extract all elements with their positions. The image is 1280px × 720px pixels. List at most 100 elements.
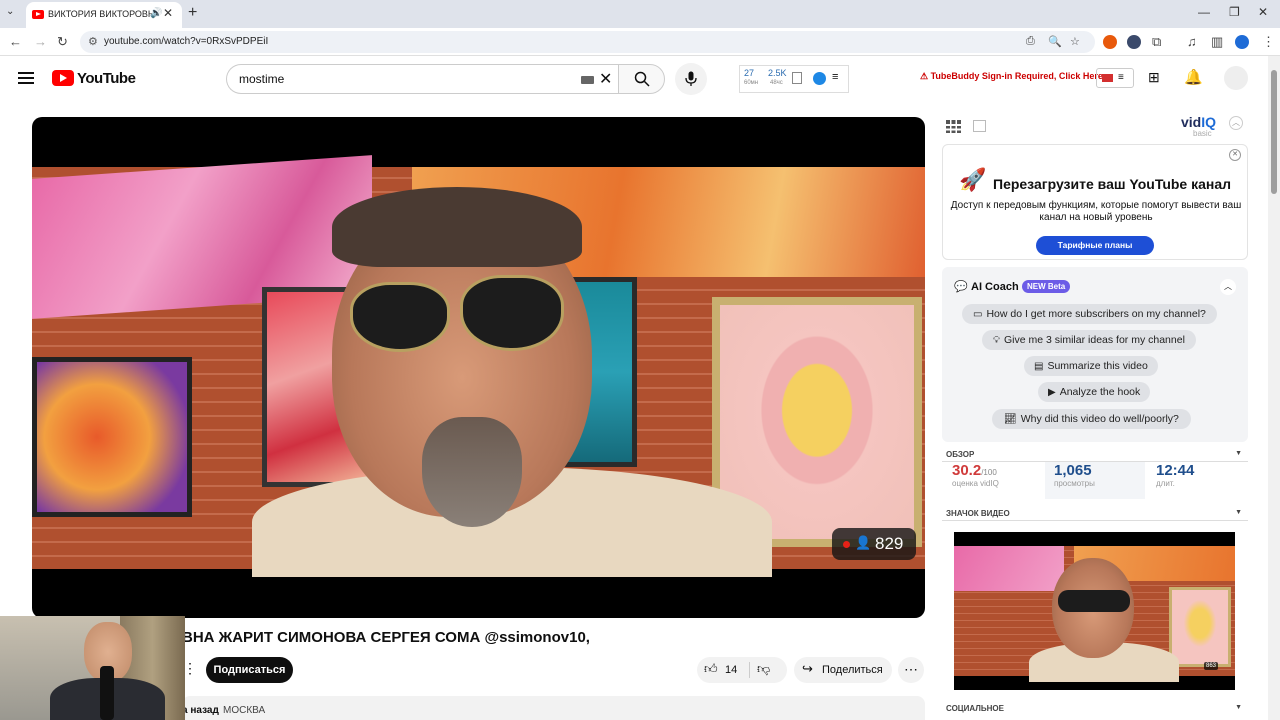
person-beard — [422, 417, 522, 527]
extension-vidiq-icon[interactable] — [1127, 35, 1141, 49]
vidiq-collapse-icon[interactable]: ︿ — [1229, 116, 1243, 130]
painting-abstract-left — [32, 357, 192, 517]
stat-count-2-label: 48чс — [770, 80, 783, 86]
like-thumb-icon[interactable]: 👍︎ — [704, 661, 718, 677]
media-controls-icon[interactable]: ♫ — [1187, 34, 1197, 49]
more-actions-button[interactable]: ⋯ — [898, 657, 924, 683]
search-query[interactable]: mostime — [239, 72, 284, 86]
tubebuddy-warning-text[interactable]: TubeBuddy Sign-in Required, Click Here — [931, 71, 1103, 81]
clear-search-icon[interactable]: ✕ — [599, 69, 612, 89]
duration-value: 12:44 — [1156, 462, 1195, 479]
tab-title: ВИКТОРИЯ ВИКТОРОВНА — [48, 9, 152, 19]
ai-coach-collapse-icon[interactable]: ︿ — [1220, 279, 1236, 295]
bookmark-star-icon[interactable]: ☆ — [1070, 35, 1080, 48]
notifications-bell-icon[interactable]: 🔔 — [1184, 68, 1203, 86]
youtube-wordmark[interactable]: YouTube — [77, 70, 136, 87]
views-value: 1,065 — [1054, 462, 1092, 479]
tubebuddy-warning[interactable]: ⚠ TubeBuddy Sign-in Required, Click Here — [920, 71, 1103, 82]
promo-body: Доступ к передовым функциям, которые пом… — [950, 200, 1242, 223]
coach-prompt-ideas[interactable]: 💡︎ Give me 3 similar ideas for my channel — [982, 330, 1196, 350]
coach-prompt-label: How do I get more subscribers on my chan… — [986, 308, 1206, 320]
social-toggle-icon[interactable]: ▼ — [1235, 704, 1242, 711]
stats-play-icon[interactable] — [813, 72, 826, 85]
voice-search-button[interactable] — [675, 63, 707, 95]
account-avatar[interactable] — [1224, 66, 1248, 90]
overview-toggle-icon[interactable]: ▼ — [1235, 450, 1242, 457]
coach-prompt-hook[interactable]: ▶ Analyze the hook — [1038, 382, 1151, 402]
close-window-button[interactable]: ✕ — [1258, 5, 1268, 19]
zoom-icon[interactable]: 🔍 — [1048, 35, 1062, 48]
profile-avatar-icon[interactable] — [1235, 35, 1249, 49]
side-panel-icon[interactable]: ▥ — [1211, 34, 1223, 50]
coach-prompt-subscribers[interactable]: ▭ How do I get more subscribers on my cha… — [962, 304, 1217, 324]
thumbnail-label: ЗНАЧОК ВИДЕО — [946, 509, 1010, 518]
install-app-icon[interactable]: ⎙ — [1026, 35, 1035, 48]
guide-menu-icon[interactable] — [18, 72, 34, 84]
promo-close-icon[interactable]: ✕ — [1229, 149, 1241, 161]
minimize-button[interactable]: — — [1198, 5, 1210, 19]
ai-coach-card: 💬 AI Coach NEW Beta ︿ ▭ How do I get more… — [942, 267, 1248, 442]
duration-stat: 12:44 длит. — [1156, 462, 1244, 500]
duration-label: длит. — [1156, 479, 1175, 488]
new-beta-badge: NEW Beta — [1022, 280, 1071, 293]
forward-button[interactable]: → — [34, 34, 47, 49]
stat-count-1-label: 60мн — [744, 80, 759, 86]
coach-prompt-summarize[interactable]: ▤ Summarize this video — [1024, 356, 1158, 376]
stat-count-1: 27 — [744, 68, 755, 78]
restore-button[interactable]: ❐ — [1229, 5, 1240, 19]
back-button[interactable]: ← — [9, 34, 22, 49]
tubebuddy-menu-button[interactable]: ≡ — [1096, 68, 1134, 88]
description-box[interactable]: а назад МОСКВА — [182, 696, 925, 720]
vidiq-score-value: 30.2 — [952, 462, 982, 479]
coach-prompt-performance[interactable]: 📈︎ Why did this video do well/poorly? — [992, 409, 1191, 429]
tubebuddy-logo-icon — [1102, 74, 1113, 82]
viewers-person-icon: 👤 — [855, 535, 872, 550]
address-bar[interactable]: ⚙ youtube.com/watch?v=0RxSvPDPEiI ⎙ 🔍 ☆ — [80, 31, 1095, 53]
subscribe-button[interactable]: Подписаться — [206, 657, 293, 683]
person-hair — [332, 187, 582, 267]
browser-menu-icon[interactable]: ⋮ — [1262, 34, 1275, 50]
rocket-icon: 🚀 — [959, 167, 987, 192]
vidiq-chart-view-icon[interactable] — [973, 120, 986, 132]
stats-menu-icon[interactable]: ≡ — [832, 71, 838, 83]
extension-flame-icon[interactable] — [1103, 35, 1117, 49]
dislike-thumb-icon[interactable]: 👎︎ — [757, 661, 770, 677]
video-frame — [32, 155, 925, 577]
tab-audio-icon[interactable]: 🔊 — [150, 8, 162, 19]
thumbnail-divider — [942, 520, 1248, 521]
ai-coach-title: AI Coach — [971, 281, 1019, 293]
reload-button[interactable]: ↻ — [57, 34, 68, 50]
pricing-plans-button[interactable]: Тарифные планы — [1036, 236, 1154, 255]
site-info-icon[interactable]: ⚙ — [88, 35, 98, 48]
video-player[interactable]: 👤 829 — [32, 117, 925, 618]
tubebuddy-menu-icon: ≡ — [1118, 72, 1124, 83]
stats-chart-icon[interactable] — [792, 72, 802, 84]
scrollbar-thumb[interactable] — [1271, 70, 1277, 194]
thumb-sunglasses — [1058, 590, 1130, 612]
browser-tab-strip: ⌄ ВИКТОРИЯ ВИКТОРОВНА 🔊 ✕ + — ❐ ✕ — [0, 0, 1280, 28]
page-scrollbar[interactable] — [1268, 56, 1280, 720]
youtube-logo-icon[interactable] — [52, 70, 74, 86]
social-section-header[interactable]: СОЦИАЛЬНОЕ ▼ — [942, 704, 1248, 716]
keyboard-icon[interactable] — [581, 76, 594, 84]
address-url[interactable]: youtube.com/watch?v=0RxSvPDPEiI — [104, 36, 268, 47]
webcam-microphone — [100, 666, 114, 720]
search-input[interactable]: mostime ✕ — [226, 64, 618, 94]
vidiq-grid-view-icon[interactable] — [946, 120, 961, 133]
create-video-icon[interactable]: ⊞ — [1148, 69, 1160, 86]
search-button[interactable] — [618, 64, 665, 94]
extensions-puzzle-icon[interactable]: ⧉ — [1152, 34, 1161, 50]
video-thumbnail[interactable]: 863 — [954, 532, 1235, 690]
like-count[interactable]: 14 — [725, 664, 737, 676]
tab-close-icon[interactable]: ✕ — [163, 6, 173, 20]
browser-tab[interactable]: ВИКТОРИЯ ВИКТОРОВНА 🔊 — [26, 2, 182, 28]
share-button[interactable]: ↪ Поделиться — [794, 657, 892, 683]
thumb-painting-portrait — [1169, 587, 1231, 667]
tab-search-chevron-icon[interactable]: ⌄ — [6, 6, 14, 17]
new-tab-button[interactable]: + — [188, 4, 197, 22]
like-dislike-group: 👍︎ 14 👎︎ — [697, 657, 787, 683]
share-arrow-icon: ↪ — [802, 661, 813, 676]
channel-more-icon[interactable]: ⋮ — [183, 660, 197, 677]
realtime-stats-widget[interactable]: 27 60мн 2.5K 48чс ≡ — [739, 65, 849, 93]
thumbnail-toggle-icon[interactable]: ▼ — [1235, 509, 1242, 516]
